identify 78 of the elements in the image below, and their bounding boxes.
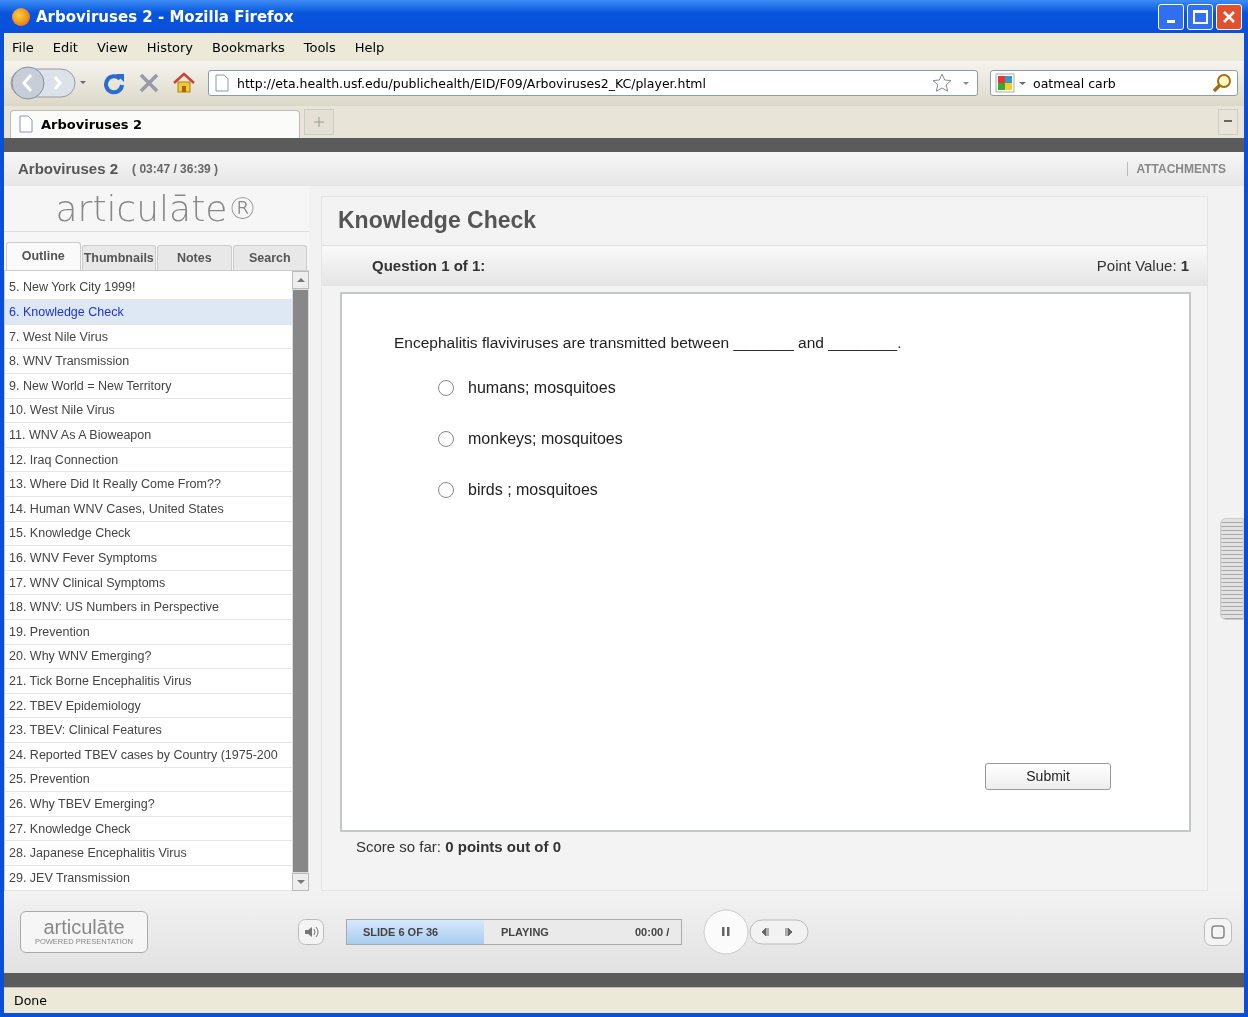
playback-status: PLAYING [501,925,550,938]
outline-item[interactable]: 18. WNV: US Numbers in Perspective [5,595,292,620]
outline-item[interactable]: 17. WNV Clinical Symptoms [5,570,292,596]
outline-item[interactable]: 15. Knowledge Check [5,521,292,547]
window-title: Arboviruses 2 - Mozilla Firefox [36,7,294,26]
outline-item[interactable]: 6. Knowledge Check [5,300,292,325]
outline-item[interactable]: 28. Japanese Encephalitis Virus [5,841,292,866]
scroll-up-icon [296,276,305,283]
plus-icon [314,116,324,127]
outline-item[interactable]: 26. Why TBEV Emerging? [5,792,292,817]
slide-counter: SLIDE 6 OF 36 [362,925,440,938]
status-text: Done [14,992,47,1008]
slide-title: Knowledge Check [337,206,538,236]
outline-item[interactable]: 20. Why WNV Emerging? [5,644,292,670]
sidebar-tab[interactable]: Search [232,244,307,270]
search-field[interactable]: oatmeal carb [990,70,1238,97]
panel-handle[interactable] [1220,517,1244,620]
star-icon[interactable] [931,72,953,95]
maximize-button[interactable] [1187,3,1213,30]
submit-button[interactable]: Submit [985,762,1112,790]
point-value: Point Value: 1 [1096,257,1190,275]
outline-item[interactable]: 21. Tick Borne Encephalitis Virus [5,669,292,694]
page-icon [215,74,229,93]
outline-item[interactable]: 9. New World = New Territory [5,374,292,399]
menu-item[interactable]: Help [354,39,385,55]
radio-button[interactable] [438,431,454,448]
dash-icon [1224,118,1232,125]
stop-icon[interactable] [138,72,160,95]
outline-item[interactable]: 7. West Nile Virus [5,324,292,350]
score-text: Score so far: 0 points out of 0 [356,838,562,856]
menu-item[interactable]: File [12,39,34,55]
outline-item[interactable]: 13. Where Did It Really Come From?? [5,472,292,498]
outline-item[interactable]: 8. WNV Transmission [5,349,292,375]
browser-tab[interactable]: Arboviruses 2 [10,109,300,138]
question-text: Encephalitis flaviviruses are transmitted between _______ and ________. [394,333,903,352]
outline-item[interactable]: 29. JEV Transmission [5,865,292,891]
fullscreen-icon[interactable] [1204,917,1232,946]
outline-item[interactable]: 16. WNV Fever Symptoms [5,546,292,571]
menu-item[interactable]: View [96,39,128,55]
sidebar-tab[interactable]: Thumbnails [81,244,156,270]
course-time: ( 03:47 / 36:39 ) [132,161,219,176]
volume-icon[interactable] [298,918,324,945]
outline-item[interactable]: 27. Knowledge Check [5,816,292,842]
menu-item[interactable]: Bookmarks [212,39,285,55]
outline-item[interactable]: 14. Human WNV Cases, United States [5,497,292,522]
radio-button[interactable] [438,482,454,499]
home-icon[interactable] [172,71,196,96]
question-number: Question 1 of 1: [372,257,486,275]
outline-item[interactable]: 19. Prevention [5,620,292,645]
close-button[interactable] [1216,3,1242,30]
search-icon[interactable] [1211,72,1233,95]
reload-icon[interactable] [102,71,126,96]
outline-item[interactable]: 11. WNV As A Bioweapon [5,423,292,448]
address-field[interactable]: http://eta.health.usf.edu/publichealth/EID/F09/Arboviruses2_KC/player.html [208,70,978,97]
scrollbar[interactable] [292,270,309,891]
outline-item[interactable]: 25. Prevention [5,767,292,793]
outline-item[interactable]: 24. Reported TBEV cases by Country (1975-200 [5,742,292,768]
page-icon [19,115,33,134]
browser-icon [12,7,30,26]
outline-item[interactable]: 12. Iraq Connection [5,447,292,473]
outline-item[interactable]: 10. West Nile Virus [5,398,292,424]
answer-option[interactable]: monkeys; mosquitoes [468,430,623,449]
menu-item[interactable]: Edit [52,39,78,55]
menu-item[interactable]: History [146,39,194,55]
playback-time: 00:00 / [634,925,670,938]
tab-list-button[interactable] [1218,108,1238,135]
answer-option[interactable]: birds ; mosquitoes [468,481,598,500]
outline-item[interactable]: 23. TBEV: Clinical Features [5,718,292,743]
radio-button[interactable] [438,380,454,397]
sidebar-tab[interactable]: Outline [6,241,81,270]
answer-option[interactable]: humans; mosquitoes [468,379,616,398]
minimize-button[interactable] [1158,3,1184,30]
sidebar-tab[interactable]: Notes [157,244,232,270]
scroll-down-icon [296,878,305,885]
course-title: Arboviruses 2 [18,160,119,178]
outline-item[interactable]: 22. TBEV Epidemiology [5,693,292,719]
menu-item[interactable]: Tools [303,39,336,55]
close-icon [1222,9,1236,24]
